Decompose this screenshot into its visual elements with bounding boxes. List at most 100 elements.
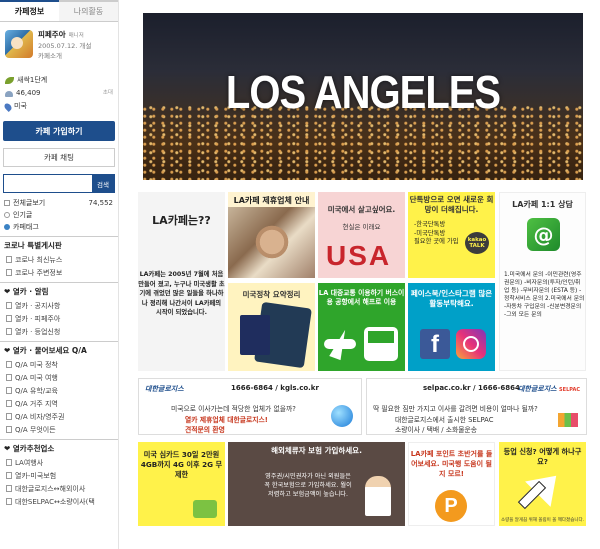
kgls-logo: 대한글로지스	[145, 385, 184, 393]
board-item[interactable]: Q/A 거주 지역	[0, 397, 118, 410]
board-item[interactable]: 열카 · 등업신청	[0, 325, 118, 338]
board-item[interactable]: Q/A 미국 여행	[0, 371, 118, 384]
cafe-intro-link[interactable]: 카페소개	[38, 51, 91, 61]
doctor-icon	[365, 476, 391, 516]
cafe-chat-button[interactable]: 카페 채팅	[3, 148, 115, 167]
sidebar: 카페정보 나의활동 피페주아 매니저 2005.07.12. 개설 카페소개 새싹…	[0, 0, 119, 549]
handshake-image	[228, 207, 315, 278]
upgrade-subtext: 소량을 알게끔 위해 올림이 올 께다졌습니다.	[500, 518, 585, 523]
tile-about-cafe[interactable]: LA카페는?? LA카페는 2005년 7월에 처음 만들어 졌고, 누구나 미…	[138, 192, 225, 371]
about-body: LA카페는 2005년 7월에 처음 만들어 졌고, 누구나 미국생활 초기에 …	[138, 271, 225, 316]
board-item[interactable]: Q/A 유학/교육	[0, 384, 118, 397]
document-icon	[6, 426, 12, 433]
globe-icon	[331, 405, 353, 427]
ad-line-2: 열카 제휴업체 대한글로지스!	[185, 416, 268, 424]
cafe-stats: 새싹1단계 46,409 초대 미국	[0, 72, 118, 115]
board-item[interactable]: 코로나 주변정보	[0, 266, 118, 279]
insurance-title: 해외체류자 보험 가입하세요.	[271, 446, 362, 455]
point-coin-icon: P	[435, 490, 467, 522]
kakao-title: 단톡방으로 오면 새로운 희망이 더해집니다.	[409, 195, 494, 214]
section-title-recommended: ❤ 열카추천업소	[0, 439, 118, 456]
transport-title: LA 대중교통 이용하기 버스이용 공항에서 해프로 이용	[318, 289, 405, 306]
search-input[interactable]	[4, 175, 92, 192]
member-count[interactable]: 46,409	[16, 87, 41, 100]
los-angeles-banner[interactable]: LOS ANGELES	[143, 13, 583, 180]
boxes-icon	[558, 413, 578, 427]
board-item[interactable]: 대한글로지스↔해외이사	[0, 482, 118, 495]
board-item[interactable]: Q/A 무엇이든	[0, 423, 118, 436]
tile-points[interactable]: LA카페 포인트 초반거를 들어보세요. 미국행 도움이 될지 모르! P	[408, 442, 495, 526]
insurance-text: 영주권/시민권자가 아닌 외원들은 꼭 한국보험으로 가입하세요. 월이 저렴하…	[264, 473, 352, 499]
ad-selpac[interactable]: selpac.co.kr / 1666-6864 대한글로지스 SELPAC 딱…	[366, 378, 587, 435]
live-subtitle: 현실은 이래요	[342, 223, 381, 231]
tile-sns[interactable]: 페이스북/인스타그램 많은 활동부탁해요. f	[408, 283, 495, 371]
section-title-notices: ❤ 열카 · 알림	[0, 282, 118, 299]
join-cafe-button[interactable]: 카페 가입하기	[3, 121, 115, 141]
cafe-created-date: 2005.07.12. 개설	[38, 42, 92, 50]
board-item[interactable]: Q/A 미국 정착	[0, 358, 118, 371]
banner-title: LOS ANGELES	[225, 67, 501, 119]
board-item[interactable]: 열카-미국보험	[0, 469, 118, 482]
menu-tags[interactable]: 카페태그	[0, 221, 118, 233]
at-sign-icon: @	[527, 218, 560, 251]
partner-title: LA카페 제휴업체 안내	[228, 192, 315, 207]
tile-settle-summary[interactable]: 미국정착 요약정리	[228, 283, 315, 371]
document-icon	[6, 374, 12, 381]
tile-partner[interactable]: LA카페 제휴업체 안내	[228, 192, 315, 278]
all-posts-count: 74,552	[88, 199, 114, 207]
document-icon	[6, 315, 12, 322]
tab-cafe-info[interactable]: 카페정보	[0, 0, 59, 21]
menu-popular[interactable]: 인기글	[0, 209, 118, 221]
cafe-level[interactable]: 새싹1단계	[17, 74, 47, 87]
manager-role: 매니저	[68, 33, 84, 39]
avatar[interactable]	[5, 30, 33, 58]
ad-line-2: 대한글로지스에서 출시한 SELPAC	[395, 416, 494, 424]
board-item[interactable]: 열카 · 공지사항	[0, 299, 118, 312]
tile-consult[interactable]: LA카페 1:1 상담 @ 1.미국에서 문의 -이민관련(영주권문의) -비자…	[499, 192, 586, 371]
ad-kgls-moving[interactable]: 대한글로지스 1666-6864 / kgls.co.kr 미국으로 이사가는데…	[138, 378, 362, 435]
consult-body: 1.미국에서 문의 -이민관련(영주권문의) -비자문의(투자/인턴/취업 등)…	[504, 272, 585, 318]
document-icon	[6, 472, 12, 479]
board-item[interactable]: LA여행사	[0, 456, 118, 469]
airplane-icon	[324, 339, 356, 349]
about-title: LA카페는??	[152, 214, 211, 227]
tile-sim-card[interactable]: 미국 심카드 30일 2만원 4GB까지 4G 이후 2G 무제한	[138, 442, 225, 526]
board-item[interactable]: Q/A 비자/영주권	[0, 410, 118, 423]
manager-name[interactable]: 피페주아	[38, 30, 66, 39]
live-title: 미국에서 살고싶어요.	[327, 205, 396, 214]
ad-line-3: 견적문의 환영	[185, 426, 225, 434]
settle-title: 미국정착 요약정리	[242, 290, 301, 299]
facebook-icon[interactable]: f	[420, 329, 450, 359]
main-content: LOS ANGELES LA카페는?? LA카페는 2005년 7월에 처음 만…	[134, 0, 600, 549]
tab-my-activity[interactable]: 나의활동	[59, 0, 118, 21]
ad-phone: selpac.co.kr / 1666-6864	[423, 384, 520, 392]
document-icon	[6, 269, 12, 276]
board-item[interactable]: 대한SELPAC↔소량이사(택	[0, 495, 118, 508]
menu-all-posts[interactable]: 전체글보기 74,552	[0, 197, 118, 209]
document-icon	[6, 459, 12, 466]
bus-icon	[364, 327, 398, 361]
tile-upgrade[interactable]: 등업 신청? 어떻게 하나구요? 소량을 알게끔 위해 올림이 올 께다졌습니다…	[499, 442, 586, 526]
board-item[interactable]: 열카 · 피페주아	[0, 312, 118, 325]
document-icon	[6, 413, 12, 420]
tile-kakao-group[interactable]: 단톡방으로 오면 새로운 희망이 더해집니다. -한국단톡방 -미국단톡방 필요…	[408, 192, 495, 278]
board-item[interactable]: 코로나 최신뉴스	[0, 253, 118, 266]
cafe-location: 미국	[14, 102, 27, 110]
document-icon	[6, 256, 12, 263]
sidebar-tabs: 카페정보 나의활동	[0, 0, 118, 22]
tile-live-in-usa[interactable]: 미국에서 살고싶어요. 현실은 이래요 USA	[318, 192, 405, 278]
instagram-icon[interactable]	[456, 329, 486, 359]
search-button[interactable]: 검색	[92, 175, 114, 192]
sns-title: 페이스북/인스타그램 많은 활동부탁해요.	[410, 289, 493, 308]
cafe-search: 검색	[3, 174, 115, 193]
invite-link[interactable]: 초대	[103, 87, 113, 100]
tile-transport[interactable]: LA 대중교통 이용하기 버스이용 공항에서 해프로 이용	[318, 283, 405, 371]
passport-image	[240, 315, 270, 355]
members-icon	[5, 90, 13, 97]
points-text: LA카페 포인트 초반거를 들어보세요. 미국행 도움이 될지 모르!	[410, 450, 493, 478]
document-icon	[6, 361, 12, 368]
ad-line-1: 딱 필요한 짐만 가지고 이사를 갈려면 비용이 얼마나 될까?	[373, 405, 538, 413]
consult-title: LA카페 1:1 상담	[512, 200, 573, 209]
tile-insurance[interactable]: 해외체류자 보험 가입하세요. 영주권/시민권자가 아닌 외원들은 꼭 한국보험…	[228, 442, 405, 526]
document-icon	[6, 498, 12, 505]
